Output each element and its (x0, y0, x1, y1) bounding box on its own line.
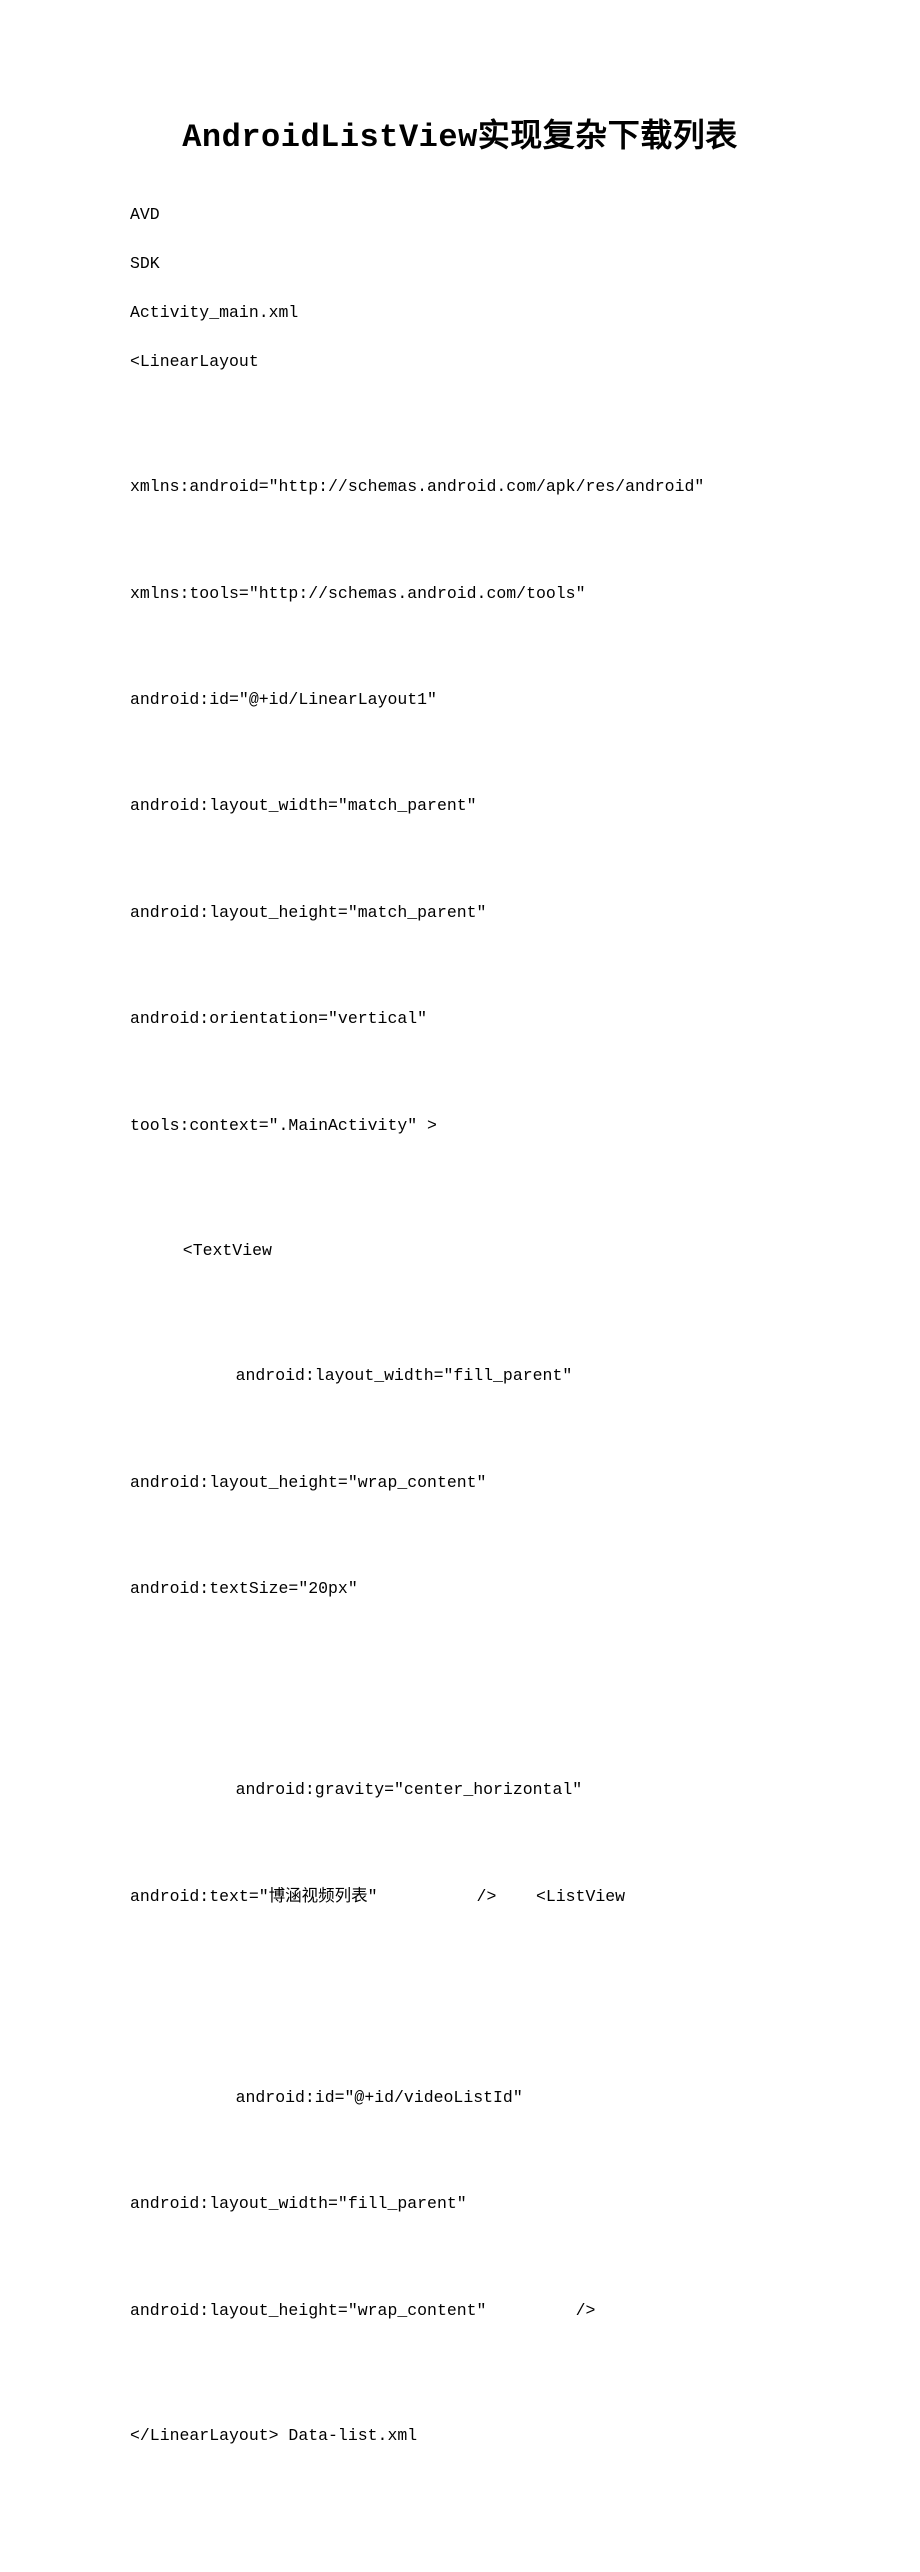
code-block: android:id="@+id/videoListId" android:la… (130, 2009, 790, 2399)
code-line: android:text="博涵视频列表" /> <ListView (130, 1879, 790, 1914)
text-line: <LinearLayout (130, 349, 790, 374)
code-line: android:layout_width="fill_parent" (130, 2186, 790, 2221)
code-line: android:textSize="20px" (130, 1571, 790, 1606)
text-line: SDK (130, 251, 790, 276)
code-block: android:layout_width="fill_parent" andro… (130, 1287, 790, 1677)
code-line: tools:context=".MainActivity" > (130, 1108, 790, 1143)
code-line: xmlns:android="http://schemas.android.co… (130, 469, 790, 504)
code-block: xmlns:android="http://schemas.android.co… (130, 398, 790, 1214)
code-line: android:orientation="vertical" (130, 1001, 790, 1036)
code-line-indented: <TextView (130, 1238, 790, 1263)
code-line: android:id="@+id/LinearLayout1" (130, 682, 790, 717)
code-line: android:layout_height="wrap_content" /> (130, 2293, 790, 2328)
text-line: </LinearLayout> Data-list.xml (130, 2423, 790, 2448)
text-line: Activity_main.xml (130, 300, 790, 325)
code-block: android:gravity="center_horizontal" andr… (130, 1701, 790, 1985)
document-title: AndroidListView实现复杂下载列表 (130, 110, 790, 156)
code-line-indented: android:layout_width="fill_parent" (130, 1358, 790, 1393)
code-line: android:layout_height="match_parent" (130, 895, 790, 930)
code-line: xmlns:tools="http://schemas.android.com/… (130, 576, 790, 611)
code-line-indented: android:gravity="center_horizontal" (130, 1772, 790, 1807)
code-line: android:layout_height="wrap_content" (130, 1465, 790, 1500)
document-page: AndroidListView实现复杂下载列表 AVD SDK Activity… (0, 0, 920, 2572)
text-line: AVD (130, 202, 790, 227)
code-line: android:layout_width="match_parent" (130, 788, 790, 823)
code-line-indented: android:id="@+id/videoListId" (130, 2080, 790, 2115)
